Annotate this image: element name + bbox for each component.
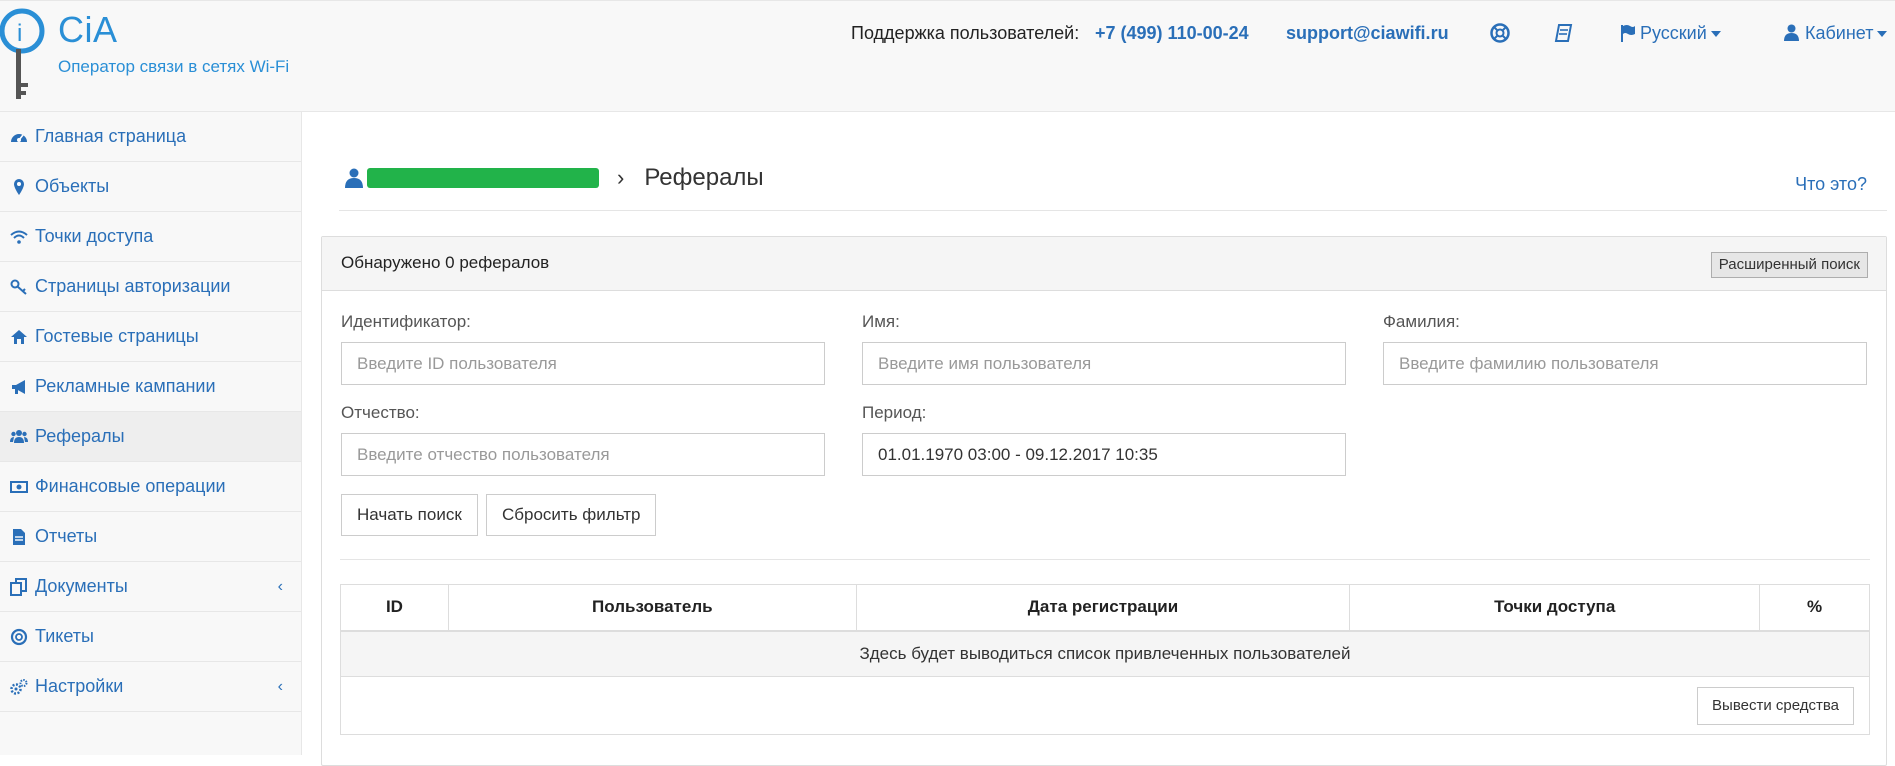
book-icon[interactable] xyxy=(1553,22,1575,44)
breadcrumb: › Рефералы xyxy=(345,160,764,196)
id-label: Идентификатор: xyxy=(341,312,471,331)
page-title: Рефералы xyxy=(644,164,764,191)
sidebar-item-label: Отчеты xyxy=(35,526,98,546)
period-label: Период: xyxy=(862,403,927,422)
sidebar-item-label: Объекты xyxy=(35,176,110,196)
sidebar-item-access-points[interactable]: Точки доступа xyxy=(0,212,301,262)
table-footer: Вывести средства xyxy=(340,676,1870,735)
dashboard-icon xyxy=(11,133,27,142)
sidebar-item-ad-campaigns[interactable]: Рекламные кампании xyxy=(0,362,301,412)
referrals-panel: Обнаружено 0 рефералов Расширенный поиск… xyxy=(321,236,1887,766)
empty-table-message: Здесь будет выводиться список привлеченн… xyxy=(340,630,1870,677)
reset-filter-button[interactable]: Сбросить фильтр xyxy=(486,494,657,536)
brand-tagline: Оператор связи в сетях Wi-Fi xyxy=(58,57,290,76)
sidebar-item-label: Страницы авторизации xyxy=(35,276,231,296)
sidebar-item-tickets[interactable]: Тикеты xyxy=(0,612,301,662)
panel-header: Обнаружено 0 рефералов Расширенный поиск xyxy=(322,237,1886,291)
language-label: Русский xyxy=(1640,23,1707,43)
sidebar-item-settings[interactable]: Настройки ‹ xyxy=(0,662,301,712)
referrals-count: Обнаружено 0 рефералов xyxy=(341,253,550,272)
support-phone-link[interactable]: +7 (499) 110-00-24 xyxy=(1095,21,1249,45)
start-search-button[interactable]: Начать поиск xyxy=(341,494,478,536)
flag-icon xyxy=(1621,25,1635,42)
map-marker-icon xyxy=(14,178,24,195)
table-row: Здесь будет выводиться список привлеченн… xyxy=(340,630,1870,677)
wifi-icon xyxy=(10,230,28,244)
withdraw-funds-button[interactable]: Вывести средства xyxy=(1697,687,1854,725)
sidebar: Главная страница Объекты Точки доступа С… xyxy=(0,112,302,755)
table-footer-row: Вывести средства xyxy=(340,676,1870,735)
sidebar-item-label: Финансовые операции xyxy=(35,476,226,496)
chevron-left-icon: ‹ xyxy=(277,578,283,595)
cabinet-label: Кабинет xyxy=(1805,23,1874,43)
file-icon xyxy=(13,528,25,545)
chevron-left-icon: ‹ xyxy=(277,678,283,695)
key-icon xyxy=(10,279,27,295)
column-registration-date[interactable]: Дата регистрации xyxy=(855,584,1351,632)
name-input[interactable]: Введите имя пользователя xyxy=(862,342,1346,385)
sidebar-item-documents[interactable]: Документы ‹ xyxy=(0,562,301,612)
support-label: Поддержка пользователей: xyxy=(851,23,1080,43)
column-id[interactable]: ID xyxy=(340,584,449,632)
period-input[interactable]: 01.01.1970 03:00 - 09.12.2017 10:35 xyxy=(862,433,1346,476)
user-icon xyxy=(345,168,363,188)
patronymic-input[interactable]: Введите отчество пользователя xyxy=(341,433,825,476)
user-icon xyxy=(1784,24,1799,41)
language-dropdown[interactable]: Русский xyxy=(1620,21,1721,45)
divider xyxy=(339,210,1887,211)
surname-input[interactable]: Введите фамилию пользователя xyxy=(1383,342,1867,385)
patronymic-label: Отчество: xyxy=(341,403,420,422)
sidebar-item-guest-pages[interactable]: Гостевые страницы xyxy=(0,312,301,362)
sidebar-item-referrals[interactable]: Рефералы xyxy=(0,412,301,462)
bullhorn-icon xyxy=(12,379,25,394)
sidebar-item-finance[interactable]: Финансовые операции xyxy=(0,462,301,512)
lifebuoy-icon xyxy=(10,628,28,645)
sidebar-item-dashboard[interactable]: Главная страница xyxy=(0,112,301,162)
sidebar-item-label: Тикеты xyxy=(35,626,94,646)
sidebar-item-label: Главная страница xyxy=(35,126,187,146)
divider xyxy=(340,559,1870,560)
caret-down-icon xyxy=(1877,31,1888,38)
column-percent[interactable]: % xyxy=(1759,584,1870,632)
column-user[interactable]: Пользователь xyxy=(447,584,857,632)
svg-text:i: i xyxy=(17,20,22,47)
sidebar-item-label: Рефералы xyxy=(35,426,125,446)
referrals-table: ID Пользователь Дата регистрации Точки д… xyxy=(340,584,1870,735)
brand-name[interactable]: CiA xyxy=(58,9,118,51)
sidebar-item-label: Рекламные кампании xyxy=(35,376,216,396)
chevron-right-icon: › xyxy=(617,165,625,190)
redacted-username[interactable] xyxy=(367,168,599,188)
cabinet-dropdown[interactable]: Кабинет xyxy=(1784,21,1888,45)
lifebuoy-icon[interactable] xyxy=(1489,22,1511,44)
sidebar-item-label: Документы xyxy=(35,576,128,596)
surname-label: Фамилия: xyxy=(1383,312,1460,331)
name-label: Имя: xyxy=(862,312,900,331)
files-icon xyxy=(10,577,27,596)
column-access-points[interactable]: Точки доступа xyxy=(1349,584,1761,632)
users-icon xyxy=(10,429,28,443)
cogs-icon xyxy=(10,678,28,695)
caret-down-icon xyxy=(1710,31,1721,38)
table-header-row: ID Пользователь Дата регистрации Точки д… xyxy=(340,584,1870,632)
sidebar-item-label: Точки доступа xyxy=(35,226,154,246)
logo-icon: i xyxy=(0,8,45,99)
sidebar-item-objects[interactable]: Объекты xyxy=(0,162,301,212)
top-header: i CiA Оператор связи в сетях Wi-Fi Подде… xyxy=(0,0,1895,112)
sidebar-item-reports[interactable]: Отчеты xyxy=(0,512,301,562)
home-icon xyxy=(11,329,27,344)
main-content: › Рефералы Что это? Обнаружено 0 реферал… xyxy=(303,112,1895,766)
money-icon xyxy=(10,480,28,493)
sidebar-item-label: Настройки xyxy=(35,676,124,696)
sidebar-item-auth-pages[interactable]: Страницы авторизации xyxy=(0,262,301,312)
what-is-this-link[interactable]: Что это? xyxy=(1795,174,1867,195)
advanced-search-button[interactable]: Расширенный поиск xyxy=(1710,252,1868,278)
id-input[interactable]: Введите ID пользователя xyxy=(341,342,825,385)
sidebar-item-label: Гостевые страницы xyxy=(35,326,199,346)
support-email-link[interactable]: support@ciawifi.ru xyxy=(1286,21,1449,45)
